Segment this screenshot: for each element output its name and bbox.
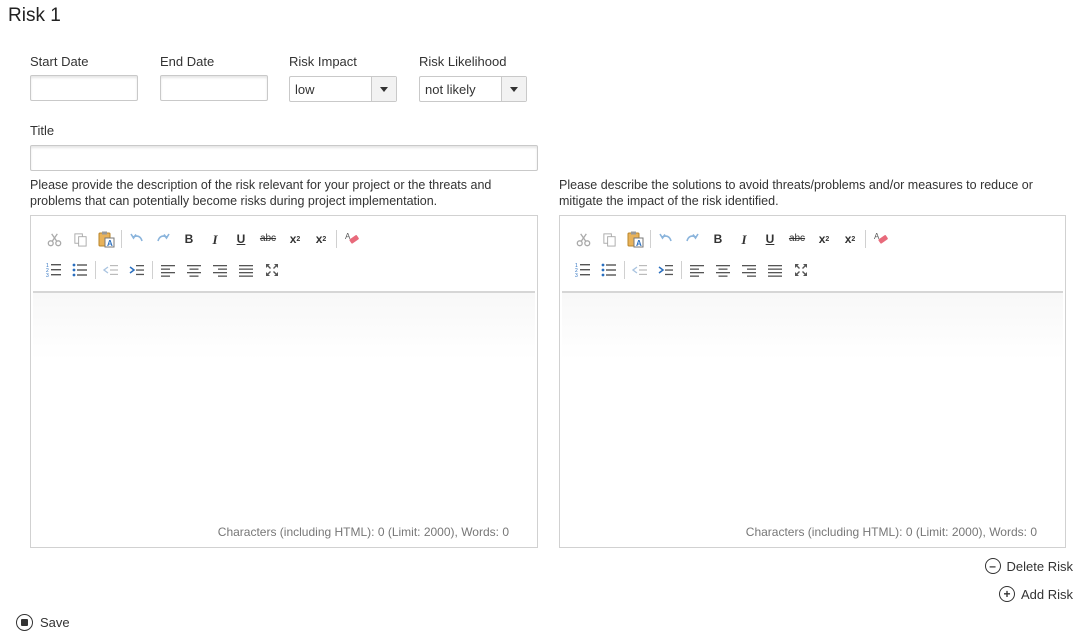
description-editor[interactable]: A B I U abc x2 x2 A 123 Characters (incl… [30, 215, 538, 548]
copy-icon[interactable] [69, 228, 91, 250]
title-label: Title [30, 123, 55, 138]
risk-likelihood-select[interactable]: not likely [419, 76, 527, 102]
superscript-icon[interactable]: x2 [310, 228, 332, 250]
maximize-icon[interactable] [261, 259, 283, 281]
plus-circle-icon: + [998, 586, 1015, 602]
numbered-list-icon[interactable]: 123 [43, 259, 65, 281]
align-center-icon[interactable] [183, 259, 205, 281]
delete-risk-label: Delete Risk [1006, 558, 1073, 574]
bulleted-list-icon[interactable] [598, 259, 620, 281]
bold-icon[interactable]: B [707, 228, 729, 250]
title-input[interactable] [30, 145, 538, 171]
editor-toolbar: A B I U abc x2 x2 A 123 [560, 216, 1065, 291]
indent-icon[interactable] [126, 259, 148, 281]
copy-icon[interactable] [598, 228, 620, 250]
solutions-editor[interactable]: A B I U abc x2 x2 A 123 Characters (incl… [559, 215, 1066, 548]
undo-icon[interactable] [126, 228, 148, 250]
subscript-icon[interactable]: x2 [284, 228, 306, 250]
paste-icon[interactable]: A [95, 228, 117, 250]
end-date-input[interactable] [160, 75, 268, 101]
minus-circle-icon: – [984, 558, 1001, 574]
save-label: Save [40, 615, 70, 630]
outdent-icon[interactable] [629, 259, 651, 281]
description-editor-body[interactable] [33, 291, 535, 519]
remove-format-icon[interactable]: A [341, 228, 363, 250]
delete-risk-button[interactable]: – Delete Risk [984, 558, 1073, 574]
paste-icon[interactable]: A [624, 228, 646, 250]
risk-likelihood-label: Risk Likelihood [419, 54, 507, 69]
remove-format-icon[interactable]: A [870, 228, 892, 250]
start-date-input[interactable] [30, 75, 138, 101]
svg-text:3: 3 [575, 273, 578, 278]
strikethrough-icon[interactable]: abc [256, 228, 280, 250]
add-risk-label: Add Risk [1020, 586, 1073, 602]
risk-likelihood-value: not likely [425, 81, 476, 97]
indent-icon[interactable] [655, 259, 677, 281]
save-icon [16, 614, 33, 631]
undo-icon[interactable] [655, 228, 677, 250]
justify-icon[interactable] [764, 259, 786, 281]
italic-icon[interactable]: I [733, 228, 755, 250]
underline-icon[interactable]: U [759, 228, 781, 250]
bold-icon[interactable]: B [178, 228, 200, 250]
add-risk-button[interactable]: + Add Risk [998, 586, 1073, 602]
svg-text:3: 3 [46, 273, 49, 278]
strikethrough-icon[interactable]: abc [785, 228, 809, 250]
svg-text:A: A [636, 239, 642, 248]
maximize-icon[interactable] [790, 259, 812, 281]
bulleted-list-icon[interactable] [69, 259, 91, 281]
chevron-down-icon[interactable] [371, 77, 396, 101]
underline-icon[interactable]: U [230, 228, 252, 250]
italic-icon[interactable]: I [204, 228, 226, 250]
align-right-icon[interactable] [209, 259, 231, 281]
svg-text:A: A [107, 239, 113, 248]
chevron-down-icon[interactable] [501, 77, 526, 101]
align-left-icon[interactable] [157, 259, 179, 281]
subscript-icon[interactable]: x2 [813, 228, 835, 250]
risk-impact-label: Risk Impact [289, 54, 357, 69]
solutions-editor-body[interactable] [562, 291, 1063, 519]
cut-icon[interactable] [572, 228, 594, 250]
description-prompt: Please provide the description of the ri… [30, 178, 492, 208]
cut-icon[interactable] [43, 228, 65, 250]
align-left-icon[interactable] [686, 259, 708, 281]
description-char-count: Characters (including HTML): 0 (Limit: 2… [217, 525, 509, 539]
save-button[interactable]: Save [16, 614, 70, 631]
superscript-icon[interactable]: x2 [839, 228, 861, 250]
page-title: Risk 1 [8, 5, 61, 26]
redo-icon[interactable] [152, 228, 174, 250]
start-date-label: Start Date [30, 54, 89, 69]
editor-toolbar: A B I U abc x2 x2 A 123 [31, 216, 537, 291]
redo-icon[interactable] [681, 228, 703, 250]
solutions-char-count: Characters (including HTML): 0 (Limit: 2… [745, 525, 1037, 539]
risk-impact-select[interactable]: low [289, 76, 397, 102]
solutions-prompt: Please describe the solutions to avoid t… [559, 178, 1033, 208]
outdent-icon[interactable] [100, 259, 122, 281]
end-date-label: End Date [160, 54, 215, 69]
align-center-icon[interactable] [712, 259, 734, 281]
numbered-list-icon[interactable]: 123 [572, 259, 594, 281]
align-right-icon[interactable] [738, 259, 760, 281]
justify-icon[interactable] [235, 259, 257, 281]
risk-impact-value: low [295, 81, 315, 97]
